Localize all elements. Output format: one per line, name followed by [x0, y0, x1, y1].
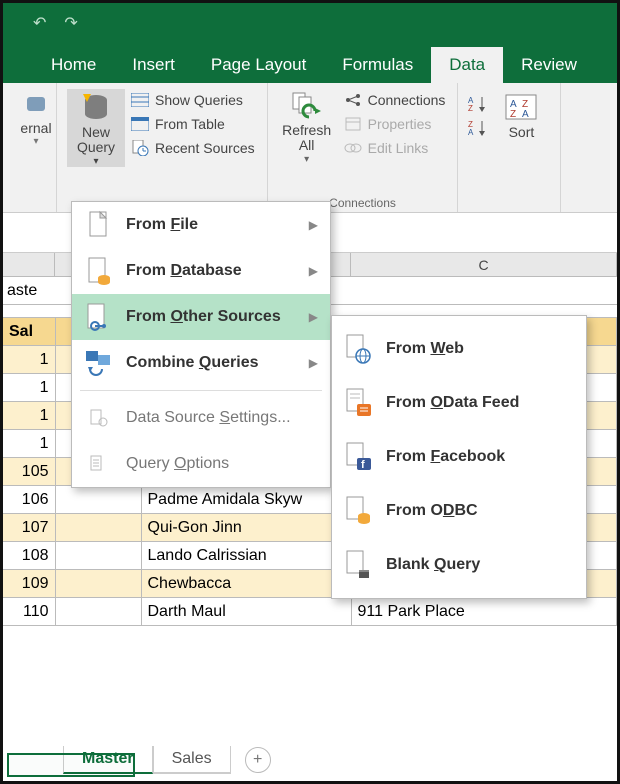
chevron-right-icon: ▶ — [309, 356, 318, 370]
properties-icon — [344, 115, 362, 133]
show-queries-button[interactable]: Show Queries — [129, 89, 257, 111]
quick-access-toolbar: ↶ ↷ — [3, 3, 617, 43]
properties-button: Properties — [342, 113, 448, 135]
menu-query-options[interactable]: Query Options — [72, 441, 330, 487]
menu-dss-label: Data Source Settings... — [126, 409, 318, 427]
tab-review[interactable]: Review — [503, 47, 595, 83]
submenu-from-facebook-label: From Facebook — [386, 448, 574, 466]
chevron-right-icon: ▶ — [309, 264, 318, 278]
database-file-icon — [84, 256, 114, 286]
odata-icon — [344, 388, 374, 418]
menu-separator — [80, 390, 322, 391]
submenu-from-web-label: From Web — [386, 340, 574, 358]
tab-page-layout[interactable]: Page Layout — [193, 47, 324, 83]
menu-from-file-label: From File — [126, 216, 297, 234]
edit-links-icon — [344, 139, 362, 157]
refresh-all-button[interactable]: Refresh All ▾ — [278, 89, 336, 165]
tab-insert[interactable]: Insert — [114, 47, 193, 83]
svg-text:A: A — [522, 109, 529, 120]
submenu-from-odata[interactable]: From OData Feed — [332, 376, 586, 430]
new-query-menu: From File ▶ From Database ▶ From Other S… — [71, 201, 331, 488]
tab-data[interactable]: Data — [431, 47, 503, 83]
submenu-from-facebook[interactable]: f From Facebook — [332, 430, 586, 484]
file-icon — [84, 210, 114, 240]
tab-home[interactable]: Home — [33, 47, 114, 83]
col-header-c[interactable]: C — [351, 253, 617, 276]
svg-text:f: f — [361, 459, 365, 471]
facebook-icon: f — [344, 442, 374, 472]
new-query-button[interactable]: New Query ▾ — [67, 89, 125, 167]
submenu-from-odata-label: From OData Feed — [386, 394, 574, 412]
ribbon: ernal ▾ New Query ▾ Show Queries — [3, 83, 617, 213]
chevron-right-icon: ▶ — [309, 218, 318, 232]
recent-sources-button[interactable]: Recent Sources — [129, 137, 257, 159]
menu-from-other-sources-label: From Other Sources — [126, 308, 297, 326]
cell-selection — [7, 753, 135, 777]
recent-sources-icon — [131, 139, 149, 157]
menu-data-source-settings[interactable]: Data Source Settings... — [72, 395, 330, 441]
submenu-blank-query-label: Blank Query — [386, 556, 574, 574]
table-row[interactable]: 110Darth Maul911 Park Place — [3, 598, 617, 626]
connections-icon — [344, 91, 362, 109]
from-table-icon — [131, 115, 149, 133]
external-label: ernal — [20, 121, 51, 136]
sort-za-icon[interactable]: ZA — [468, 119, 486, 137]
ribbon-tabs: Home Insert Page Layout Formulas Data Re… — [3, 43, 617, 83]
chevron-right-icon: ▶ — [309, 310, 318, 324]
submenu-blank-query[interactable]: Blank Query — [332, 538, 586, 592]
submenu-from-web[interactable]: From Web — [332, 322, 586, 376]
edit-links-button: Edit Links — [342, 137, 448, 159]
options-small-icon — [84, 449, 114, 479]
web-icon — [344, 334, 374, 364]
sort-icon: AZZA — [504, 91, 538, 125]
connections-button[interactable]: Connections — [342, 89, 448, 111]
svg-text:Z: Z — [468, 104, 473, 113]
settings-small-icon — [84, 403, 114, 433]
odbc-icon — [344, 496, 374, 526]
redo-icon[interactable]: ↷ — [64, 13, 77, 33]
new-query-label: New Query — [77, 125, 115, 156]
from-table-button[interactable]: From Table — [129, 113, 257, 135]
menu-combine-queries[interactable]: Combine Queries ▶ — [72, 340, 330, 386]
submenu-from-odbc-label: From ODBC — [386, 502, 574, 520]
menu-combine-queries-label: Combine Queries — [126, 354, 297, 372]
show-queries-icon — [131, 91, 149, 109]
submenu-from-odbc[interactable]: From ODBC — [332, 484, 586, 538]
sort-button[interactable]: AZZA Sort — [492, 89, 550, 140]
database-icon — [79, 91, 113, 125]
blank-query-icon — [344, 550, 374, 580]
combine-queries-icon — [84, 348, 114, 378]
from-other-sources-submenu: From Web From OData Feed f From Facebook… — [331, 315, 587, 599]
menu-query-options-label: Query Options — [126, 455, 318, 473]
menu-from-other-sources[interactable]: From Other Sources ▶ — [72, 294, 330, 340]
menu-from-file[interactable]: From File ▶ — [72, 202, 330, 248]
undo-icon[interactable]: ↶ — [33, 13, 46, 33]
add-sheet-button[interactable]: + — [245, 747, 271, 773]
svg-text:A: A — [468, 128, 474, 137]
svg-text:Z: Z — [510, 109, 516, 120]
refresh-icon — [291, 91, 323, 123]
sheet-tab-sales[interactable]: Sales — [153, 746, 231, 774]
tab-formulas[interactable]: Formulas — [324, 47, 431, 83]
other-sources-icon — [84, 302, 114, 332]
sort-az-icon[interactable]: AZ — [468, 95, 486, 113]
menu-from-database-label: From Database — [126, 262, 297, 280]
menu-from-database[interactable]: From Database ▶ — [72, 248, 330, 294]
